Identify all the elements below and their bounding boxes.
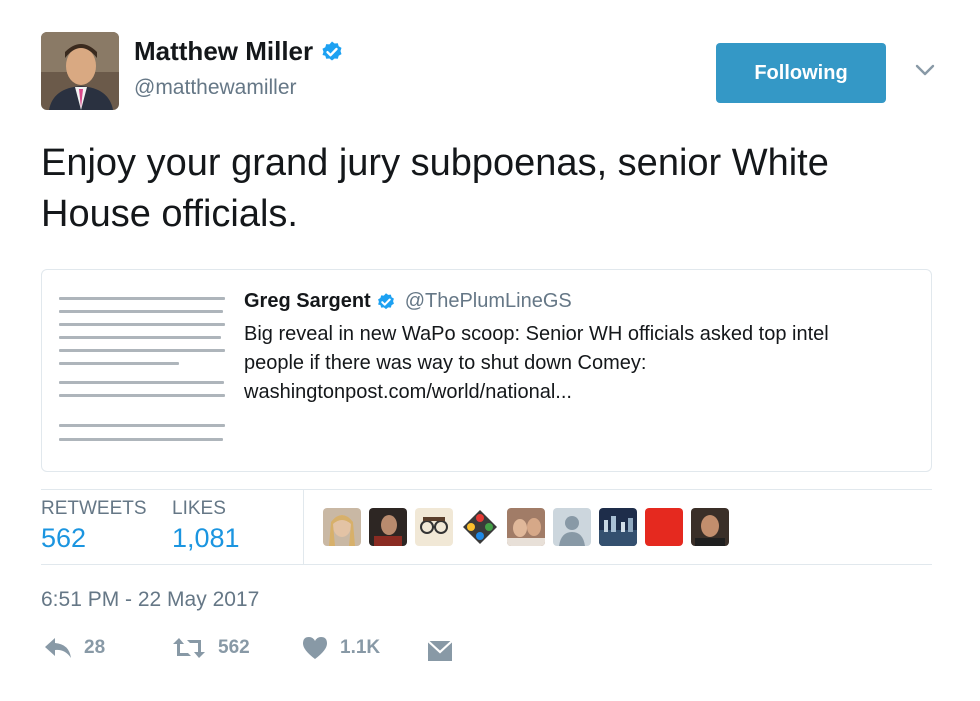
retweet-button[interactable]: 562 (172, 636, 250, 660)
verified-badge-icon (322, 41, 342, 60)
quoted-link[interactable]: washingtonpost.com/world/national... (244, 378, 924, 407)
liker-avatar[interactable] (599, 508, 637, 546)
retweets-stat[interactable]: RETWEETS 562 (41, 498, 147, 554)
default-avatar-icon[interactable] (553, 508, 591, 546)
like-button[interactable]: 1.1K (302, 636, 380, 660)
chevron-down-icon[interactable] (913, 60, 937, 80)
liker-avatar[interactable] (415, 508, 453, 546)
direct-message-button[interactable] (427, 640, 453, 662)
quoted-tweet-text: Big reveal in new WaPo scoop: Senior WH … (244, 320, 924, 407)
heart-icon (303, 637, 327, 659)
verified-badge-icon (377, 292, 394, 309)
reply-button[interactable]: 28 (44, 636, 105, 660)
retweets-label: RETWEETS (41, 498, 147, 519)
liker-avatar[interactable] (507, 508, 545, 546)
stats-divider (303, 490, 304, 565)
likes-stat[interactable]: LIKES 1,081 (172, 498, 240, 554)
direct-message-icon (427, 640, 453, 661)
quoted-text-line: Big reveal in new WaPo scoop: Senior WH … (244, 323, 829, 345)
divider (41, 489, 932, 490)
liker-avatar[interactable] (369, 508, 407, 546)
retweet-count: 562 (218, 637, 250, 658)
liker-avatar[interactable] (691, 508, 729, 546)
tweet-timestamp[interactable]: 6:51 PM - 22 May 2017 (41, 588, 259, 612)
quoted-text-line: people if there was way to shut down Com… (244, 352, 647, 374)
retweets-value: 562 (41, 523, 87, 553)
following-button[interactable]: Following (716, 43, 886, 103)
reply-icon (45, 638, 71, 658)
likes-value: 1,081 (172, 523, 240, 553)
liker-avatar[interactable] (645, 508, 683, 546)
quoted-author-name[interactable]: Greg Sargent (244, 290, 371, 313)
quoted-author[interactable]: Greg Sargent @ThePlumLineGS (244, 290, 572, 313)
likes-label: LIKES (172, 498, 226, 519)
author-name[interactable]: Matthew Miller (134, 36, 344, 67)
quoted-author-handle[interactable]: @ThePlumLineGS (405, 290, 572, 313)
author-name-text[interactable]: Matthew Miller (134, 36, 313, 67)
tweet-text: Enjoy your grand jury subpoenas, senior … (41, 142, 829, 235)
liker-avatar[interactable] (461, 508, 499, 546)
retweet-icon (173, 638, 205, 658)
author-handle[interactable]: @matthewamiller (134, 76, 297, 100)
liker-avatar[interactable] (323, 508, 361, 546)
reply-count: 28 (84, 637, 106, 658)
author-avatar[interactable] (41, 32, 119, 110)
divider (41, 564, 932, 565)
like-count: 1.1K (340, 637, 381, 658)
quoted-tweet-thumbnail[interactable] (59, 289, 229, 455)
